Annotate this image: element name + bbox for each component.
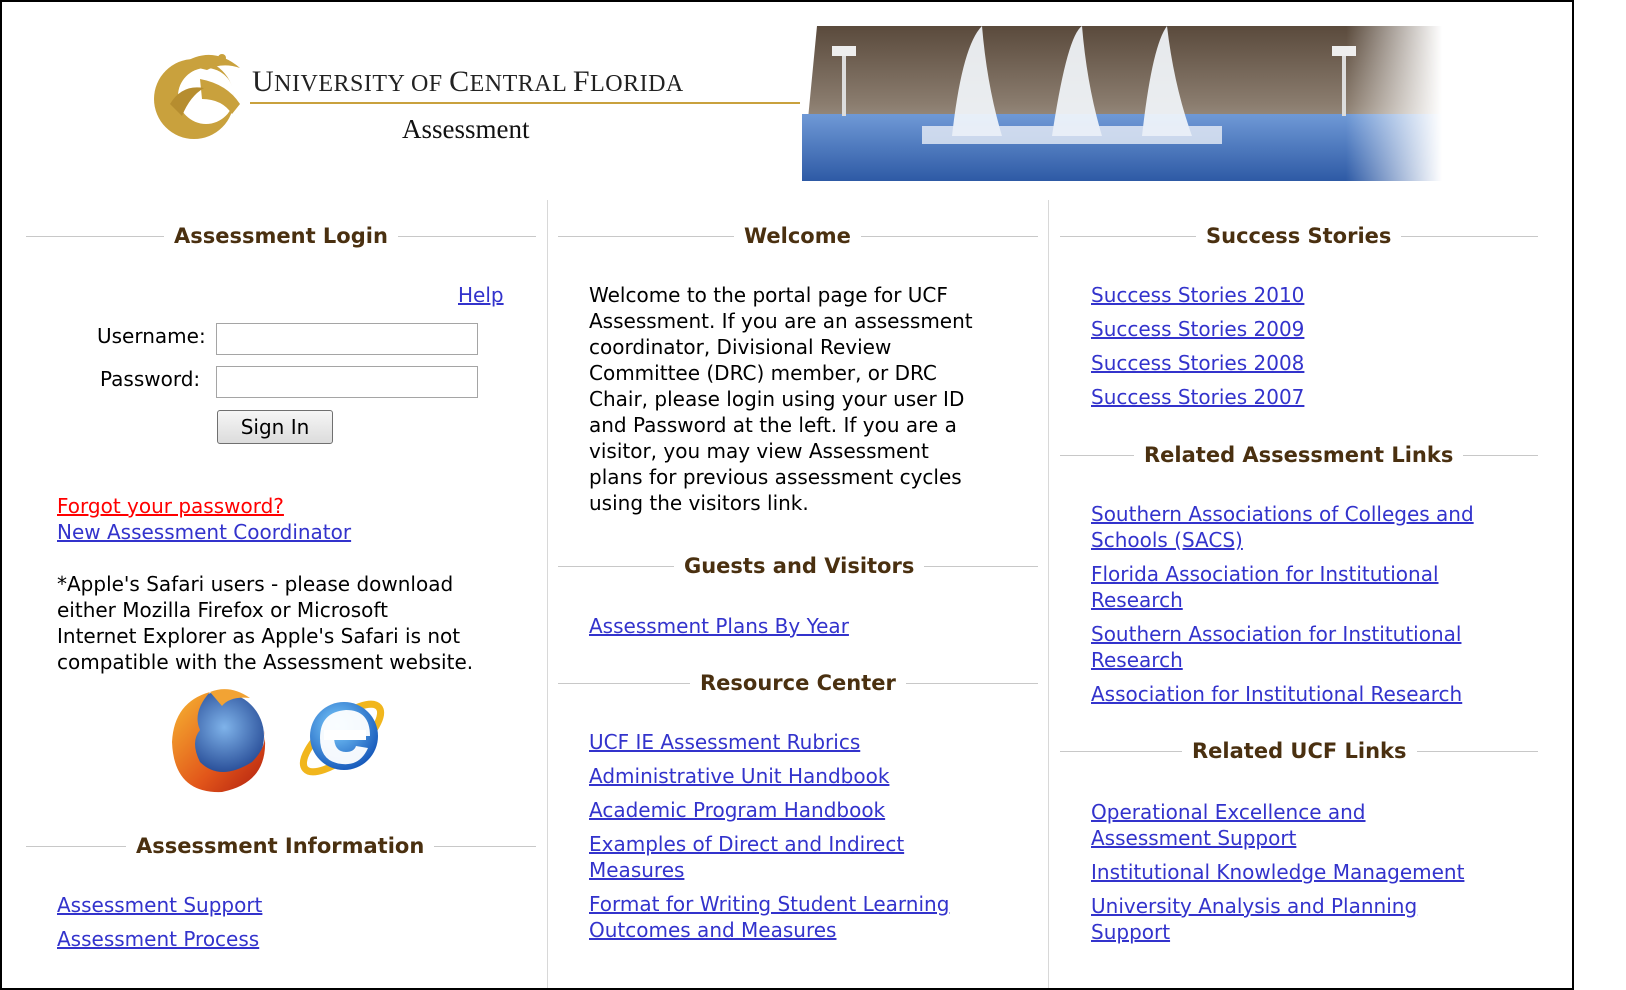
welcome-text: Welcome to the portal page for UCF Asses… [589, 283, 973, 515]
sacs-link[interactable]: Southern Associations of Colleges and [1091, 501, 1474, 527]
page-frame: UNIVERSITY OF CENTRAL FLORIDA Assessment [0, 0, 1574, 990]
section-heading-resource-center: Resource Center [558, 671, 1038, 695]
sair-link[interactable]: Southern Association for Institutional [1091, 621, 1461, 647]
analysis-planning-support-link[interactable]: Support [1091, 919, 1170, 945]
sair-link[interactable]: Research [1091, 647, 1183, 673]
username-input[interactable] [216, 323, 478, 355]
sacs-link[interactable]: Schools (SACS) [1091, 527, 1243, 553]
air-link[interactable]: Association for Institutional Research [1091, 681, 1462, 707]
section-heading-login: Assessment Login [26, 224, 536, 248]
success-stories-2010-link[interactable]: Success Stories 2010 [1091, 282, 1304, 308]
section-heading-related-ucf: Related UCF Links [1060, 739, 1538, 763]
firefox-icon[interactable] [160, 682, 276, 798]
password-label: Password: [100, 367, 201, 391]
section-heading-guests: Guests and Visitors [558, 554, 1038, 578]
internet-explorer-icon[interactable] [290, 682, 394, 790]
assessment-process-link[interactable]: Assessment Process [57, 926, 259, 952]
academic-program-handbook-link[interactable]: Academic Program Handbook [589, 797, 885, 823]
university-title: UNIVERSITY OF CENTRAL FLORIDA [252, 65, 684, 98]
title-rule [250, 102, 800, 104]
column-divider [1048, 200, 1049, 988]
fair-link[interactable]: Research [1091, 587, 1183, 613]
column-divider [547, 200, 548, 988]
direct-indirect-measures-link[interactable]: Measures [589, 857, 684, 883]
sign-in-button[interactable]: Sign In [217, 410, 333, 444]
operational-excellence-link[interactable]: Assessment Support [1091, 825, 1296, 851]
success-stories-2008-link[interactable]: Success Stories 2008 [1091, 350, 1304, 376]
help-link[interactable]: Help [458, 282, 504, 308]
assessment-support-link[interactable]: Assessment Support [57, 892, 262, 918]
password-input[interactable] [216, 366, 478, 398]
section-heading-related-assessment: Related Assessment Links [1060, 443, 1538, 467]
success-stories-2007-link[interactable]: Success Stories 2007 [1091, 384, 1304, 410]
ie-assessment-rubrics-link[interactable]: UCF IE Assessment Rubrics [589, 729, 860, 755]
success-stories-2009-link[interactable]: Success Stories 2009 [1091, 316, 1304, 342]
username-label: Username: [97, 324, 206, 348]
forgot-password-link[interactable]: Forgot your password? [57, 493, 284, 519]
fountain-banner-image [802, 26, 1442, 181]
section-heading-welcome: Welcome [558, 224, 1038, 248]
institutional-knowledge-management-link[interactable]: Institutional Knowledge Management [1091, 859, 1464, 885]
section-heading-assessment-info: Assessment Information [26, 834, 536, 858]
student-learning-outcomes-link[interactable]: Format for Writing Student Learning [589, 891, 949, 917]
safari-note: *Apple's Safari users - please download … [57, 572, 474, 674]
analysis-planning-support-link[interactable]: University Analysis and Planning [1091, 893, 1417, 919]
operational-excellence-link[interactable]: Operational Excellence and [1091, 799, 1366, 825]
new-coordinator-link[interactable]: New Assessment Coordinator [57, 519, 351, 545]
direct-indirect-measures-link[interactable]: Examples of Direct and Indirect [589, 831, 904, 857]
student-learning-outcomes-link[interactable]: Outcomes and Measures [589, 917, 836, 943]
fair-link[interactable]: Florida Association for Institutional [1091, 561, 1439, 587]
assessment-plans-by-year-link[interactable]: Assessment Plans By Year [589, 613, 849, 639]
administrative-unit-handbook-link[interactable]: Administrative Unit Handbook [589, 763, 889, 789]
site-subtitle: Assessment [402, 114, 530, 144]
ucf-pegasus-logo [154, 54, 240, 139]
section-heading-success-stories: Success Stories [1060, 224, 1538, 248]
